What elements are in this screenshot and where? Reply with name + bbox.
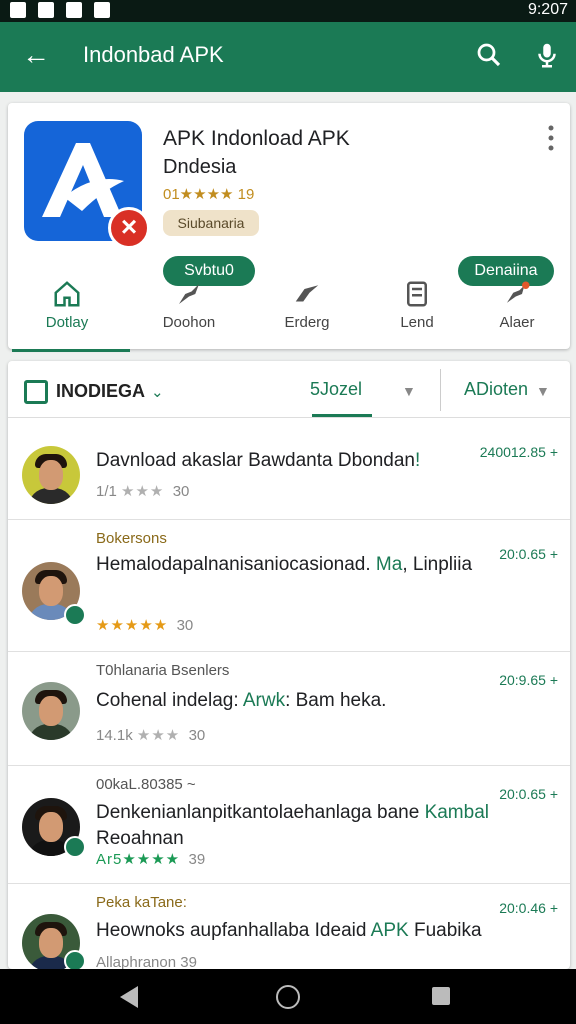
tab-indicator (12, 349, 130, 352)
tab-label: Alaer (499, 314, 535, 331)
app-card: × APK Indonload APK Dndesia 01★★★★ 19 Si… (8, 103, 572, 352)
notification-icon (66, 2, 82, 18)
nav-recents-icon[interactable] (432, 987, 450, 1005)
review-date: 20:0.65 + (499, 546, 558, 562)
navigation-bar (0, 969, 576, 1024)
developer-name[interactable]: Dndesia (163, 156, 236, 179)
search-icon[interactable] (474, 40, 504, 70)
tab-label: Lend (400, 314, 434, 331)
filter-bar: INODIEGA ⌄ 5Jozel ▼ ADioten ▼ (8, 361, 570, 418)
chevron-down-icon[interactable]: ⌄ (151, 383, 164, 401)
review-list: INODIEGA ⌄ 5Jozel ▼ ADioten ▼ Davnload a… (8, 361, 570, 969)
tab-document[interactable]: Lend (362, 273, 472, 349)
notification-icon (94, 2, 110, 18)
list-item[interactable]: Bokersons Hemalodapalnanisaniocasionad. … (8, 520, 570, 652)
document-icon (407, 281, 427, 307)
review-meta: 1/1 ★★★ 30 (96, 483, 190, 500)
review-title: Heownoks aupfanhallaba Ideaid APK Fuabik… (96, 920, 482, 941)
avatar (22, 446, 80, 504)
app-icon: × (24, 121, 150, 249)
review-meta: 14.1k ★★★ 30 (96, 727, 206, 744)
tab-label: Doohon (162, 314, 216, 331)
divider (440, 369, 441, 411)
list-item[interactable]: Peka kaTane: Heownoks aupfanhallaba Idea… (8, 884, 570, 969)
review-date: 20:0.65 + (499, 786, 558, 802)
category-chip[interactable]: Siubanaria (163, 210, 259, 236)
tab-share[interactable]: Doohon (134, 273, 244, 349)
send-icon (295, 285, 319, 302)
review-meta: ★★★★★ 30 (96, 617, 194, 634)
nav-back-icon[interactable] (120, 986, 138, 1008)
more-vert-icon[interactable] (548, 125, 554, 151)
dropdown-arrow-icon[interactable]: ▼ (536, 383, 550, 399)
app-name: APK Indonload APK (163, 127, 350, 150)
notification-icon (38, 2, 54, 18)
arrow-back-icon[interactable]: ← (22, 40, 50, 70)
review-title: Davnload akaslar Bawdanta Dbondan! (96, 450, 421, 471)
tab-label: Erderg (284, 314, 330, 331)
tab-send[interactable]: Erderg (252, 273, 362, 349)
nav-home-icon[interactable] (276, 985, 300, 1009)
review-subtitle: Bokersons (96, 530, 167, 547)
list-item[interactable]: 00kaL.80385 ~ Denkenianlanpitkantolaehan… (8, 766, 570, 884)
verified-badge-icon (64, 836, 86, 858)
review-meta: Allaphranon 39 (96, 954, 197, 969)
review-title: Denkenianlanpitkantolaehanlaga bane Kamb… (96, 802, 489, 849)
verified-badge-icon (64, 604, 86, 626)
review-subtitle: T0hlanaria Bsenlers (96, 662, 230, 679)
review-subtitle: 00kaL.80385 ~ (96, 776, 196, 793)
review-subtitle: Peka kaTane: (96, 894, 187, 911)
notify-icon (507, 281, 530, 303)
sort-underline (312, 414, 372, 417)
dropdown-arrow-icon[interactable]: ▼ (402, 383, 416, 399)
review-date: 240012.85 + (479, 444, 558, 460)
sort-dropdown[interactable]: 5Jozel (310, 379, 362, 400)
error-icon: × (108, 207, 150, 249)
review-meta: Ar5★★★★ 39 (96, 851, 206, 868)
notification-icon (10, 2, 26, 18)
review-title: Hemalodapalnanisaniocasionad. Ma, Linpli… (96, 554, 473, 575)
tab-alerts[interactable]: Alaer (462, 273, 572, 349)
avatar (22, 682, 80, 740)
tab-overview[interactable]: Dotlay (12, 273, 130, 352)
tab-label: Dotlay (45, 314, 89, 331)
list-item[interactable]: Davnload akaslar Bawdanta Dbondan! 1/1 ★… (8, 418, 570, 520)
filter-label[interactable]: INODIEGA (56, 381, 145, 402)
app-rating: 01★★★★ 19 (163, 186, 255, 203)
review-title: Cohenal indelag: Arwk: Bam heka. (96, 690, 387, 711)
home-icon (54, 281, 80, 307)
review-date: 20:0.46 + (499, 900, 558, 916)
tab-bar: Dotlay Doohon Erderg Lend Alaer (8, 273, 572, 352)
mic-icon[interactable] (532, 40, 562, 70)
review-date: 20:9.65 + (499, 672, 558, 688)
status-time: 9:207 (527, 1, 568, 18)
app-bar: ← Indonbad APK (0, 22, 576, 92)
filter-checkbox[interactable] (24, 380, 48, 404)
list-item[interactable]: T0hlanaria Bsenlers Cohenal indelag: Arw… (8, 652, 570, 766)
share-icon (179, 284, 199, 304)
action-dropdown[interactable]: ADioten (464, 379, 528, 400)
verified-badge-icon (64, 950, 86, 969)
page-title: Indonbad APK (83, 42, 224, 67)
status-bar: 9:207 (0, 0, 576, 22)
